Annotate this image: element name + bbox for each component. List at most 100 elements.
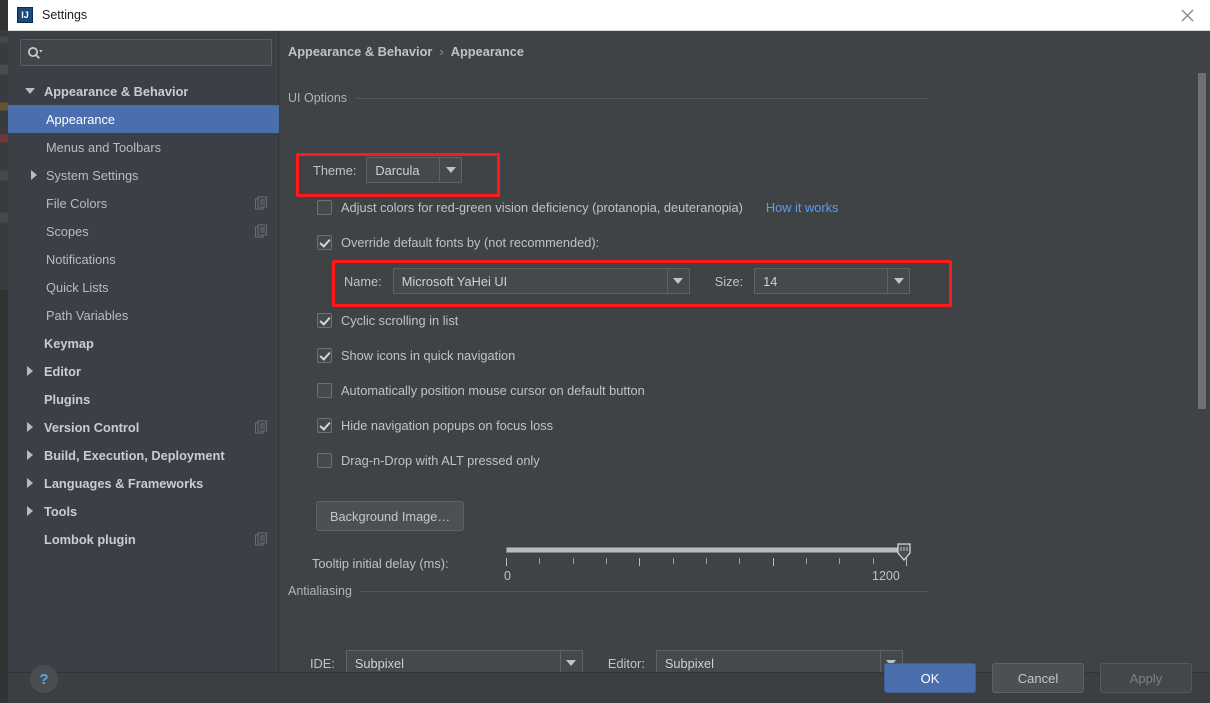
background-window-content xyxy=(0,30,8,290)
intellij-idea-icon xyxy=(17,7,33,23)
ok-button[interactable]: OK xyxy=(884,663,976,693)
chevron-right-icon[interactable] xyxy=(22,363,38,379)
font-name-dropdown[interactable]: Microsoft YaHei UI xyxy=(392,268,690,294)
slider-tick xyxy=(739,558,741,564)
close-icon[interactable] xyxy=(1164,0,1210,30)
sidebar-item-label: Notifications xyxy=(46,251,116,267)
sidebar-item-label: Quick Lists xyxy=(46,279,109,295)
option-checkbox[interactable] xyxy=(317,453,332,468)
editor-antialiasing-dropdown[interactable]: Subpixel xyxy=(655,650,903,672)
sidebar-item-build-execution-deployment[interactable]: Build, Execution, Deployment xyxy=(8,441,279,469)
font-size-label: Size: xyxy=(714,273,744,289)
how-it-works-link[interactable]: How it works xyxy=(766,200,839,215)
cancel-button[interactable]: Cancel xyxy=(992,663,1084,693)
sidebar-item-quick-lists[interactable]: Quick Lists xyxy=(8,273,279,301)
sidebar-item-keymap[interactable]: Keymap xyxy=(8,329,279,357)
slider-tick xyxy=(639,558,641,566)
chevron-right-icon[interactable] xyxy=(22,447,38,463)
sidebar-item-plugins[interactable]: Plugins xyxy=(8,385,279,413)
sidebar-item-label: Tools xyxy=(44,503,78,519)
adjust-colors-row[interactable]: Adjust colors for red-green vision defic… xyxy=(317,200,838,215)
chevron-down-icon[interactable] xyxy=(887,269,910,293)
adjust-colors-checkbox[interactable] xyxy=(317,200,332,215)
override-fonts-checkbox[interactable] xyxy=(317,235,332,250)
chevron-down-icon[interactable] xyxy=(439,158,462,182)
theme-dropdown[interactable]: Darcula xyxy=(366,157,463,183)
chevron-right-icon[interactable] xyxy=(22,475,38,491)
sidebar-item-label: Keymap xyxy=(44,335,94,351)
background-image-button[interactable]: Background Image… xyxy=(316,501,465,531)
group-divider xyxy=(355,97,928,99)
option-row-drag-n-drop-with-alt-pressed-only[interactable]: Drag-n-Drop with ALT pressed only xyxy=(317,453,540,468)
option-label: Cyclic scrolling in list xyxy=(341,313,459,328)
group-divider xyxy=(359,590,928,592)
chevron-right-icon[interactable] xyxy=(26,167,42,183)
slider-track[interactable] xyxy=(506,547,906,553)
sidebar-item-menus-and-toolbars[interactable]: Menus and Toolbars xyxy=(8,133,279,161)
apply-button[interactable]: Apply xyxy=(1100,663,1192,693)
chevron-down-icon[interactable] xyxy=(666,269,689,293)
sidebar-item-appearance[interactable]: Appearance xyxy=(8,105,279,133)
sidebar-item-system-settings[interactable]: System Settings xyxy=(8,161,279,189)
sidebar-item-version-control[interactable]: Version Control xyxy=(8,413,279,441)
window-title: Settings xyxy=(42,8,88,22)
sidebar-item-editor[interactable]: Editor xyxy=(8,357,279,385)
override-fonts-row[interactable]: Override default fonts by (not recommend… xyxy=(317,235,599,250)
option-checkbox[interactable] xyxy=(317,348,332,363)
sidebar-item-tools[interactable]: Tools xyxy=(8,497,279,525)
option-checkbox[interactable] xyxy=(317,313,332,328)
title-bar: Settings xyxy=(8,0,1210,31)
background-window-strip xyxy=(0,0,8,703)
option-row-cyclic-scrolling-in-list[interactable]: Cyclic scrolling in list xyxy=(317,313,458,328)
slider-tick xyxy=(606,558,607,564)
slider-min-label: 0 xyxy=(504,569,511,583)
chevron-right-icon[interactable] xyxy=(22,503,38,519)
slider-thumb[interactable] xyxy=(897,543,911,561)
option-row-automatically-position-mouse-cursor-on-default-button[interactable]: Automatically position mouse cursor on d… xyxy=(317,383,645,398)
ide-aa-label: IDE: xyxy=(310,655,335,671)
help-button[interactable]: ? xyxy=(30,665,58,693)
option-row-show-icons-in-quick-navigation[interactable]: Show icons in quick navigation xyxy=(317,348,515,363)
antialiasing-group-label: Antialiasing xyxy=(288,584,352,598)
settings-dialog: Settings Appearance & Behavior Appearance… xyxy=(0,0,1210,703)
sidebar-item-label: Build, Execution, Deployment xyxy=(44,447,225,463)
antialiasing-group-header: Antialiasing xyxy=(288,584,928,598)
main-scrollbar-thumb[interactable] xyxy=(1198,73,1206,409)
sidebar-item-scopes[interactable]: Scopes xyxy=(8,217,279,245)
sidebar-item-label: Editor xyxy=(44,363,81,379)
option-checkbox[interactable] xyxy=(317,418,332,433)
sidebar-item-file-colors[interactable]: File Colors xyxy=(8,189,279,217)
option-checkbox[interactable] xyxy=(317,383,332,398)
breadcrumb-root[interactable]: Appearance & Behavior xyxy=(288,44,432,59)
editor-aa-label: Editor: xyxy=(607,655,645,671)
option-row-hide-navigation-popups-on-focus-loss[interactable]: Hide navigation popups on focus loss xyxy=(317,418,553,433)
chevron-down-icon[interactable] xyxy=(559,651,582,672)
slider-tick xyxy=(672,558,674,564)
theme-label: Theme: xyxy=(313,162,357,178)
sidebar-item-label: Appearance & Behavior xyxy=(44,83,189,99)
font-name-value: Microsoft YaHei UI xyxy=(401,273,508,289)
sidebar-item-languages-frameworks[interactable]: Languages & Frameworks xyxy=(8,469,279,497)
ide-aa-value: Subpixel xyxy=(354,655,404,671)
sidebar-item-label: Scopes xyxy=(46,223,89,239)
sidebar-item-path-variables[interactable]: Path Variables xyxy=(8,301,279,329)
sidebar-item-appearance-behavior[interactable]: Appearance & Behavior xyxy=(8,77,279,105)
sidebar-item-label: Appearance xyxy=(46,111,116,127)
search-input[interactable] xyxy=(43,44,271,61)
font-size-dropdown[interactable]: 14 xyxy=(754,268,911,294)
search-field[interactable] xyxy=(20,39,272,66)
ide-antialiasing-dropdown[interactable]: Subpixel xyxy=(345,650,583,672)
settings-scroll-area: UI Options Theme: Darcula Adjust colors … xyxy=(280,69,1210,672)
sidebar-item-lombok-plugin[interactable]: Lombok plugin xyxy=(8,525,279,553)
sidebar-item-notifications[interactable]: Notifications xyxy=(8,245,279,273)
chevron-down-icon[interactable] xyxy=(22,83,38,99)
theme-value: Darcula xyxy=(375,162,420,178)
chevron-right-icon[interactable] xyxy=(22,419,38,435)
